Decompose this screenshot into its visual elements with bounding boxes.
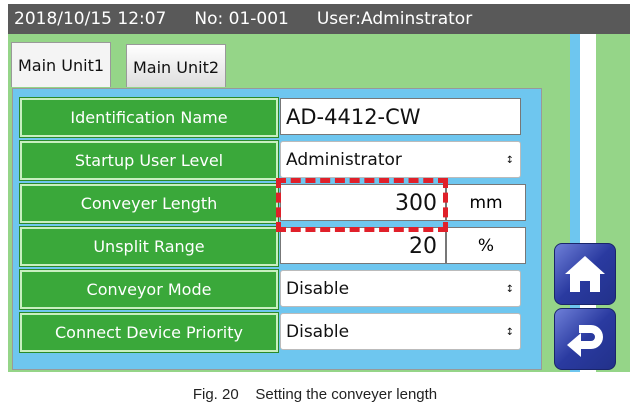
tab-main-unit2[interactable]: Main Unit2	[126, 44, 227, 87]
connect-device-priority-select[interactable]: Disable	[280, 313, 521, 351]
home-button[interactable]	[554, 243, 616, 305]
label-connect-device-priority: Connect Device Priority	[19, 312, 279, 353]
label-identification-name: Identification Name	[19, 97, 279, 138]
conveyer-length-unit: mm	[446, 184, 526, 221]
tab-main-unit1[interactable]: Main Unit1	[11, 42, 112, 87]
label-startup-user-level: Startup User Level	[19, 140, 279, 181]
label-unsplit-range: Unsplit Range	[19, 226, 279, 267]
user: User:Adminstrator	[316, 9, 473, 29]
back-button[interactable]	[554, 308, 616, 370]
unsplit-range-input[interactable]: 20	[280, 227, 446, 264]
datetime: 2018/10/15 12:07	[14, 9, 167, 29]
figure-caption: Fig. 20 Setting the conveyer length	[192, 386, 438, 403]
label-conveyer-length: Conveyer Length	[19, 183, 279, 224]
unsplit-range-unit: %	[446, 227, 526, 264]
highlight-box	[276, 178, 448, 232]
identification-name-input[interactable]: AD-4412-CW	[280, 98, 521, 135]
startup-user-level-select[interactable]: Administrator	[280, 141, 521, 179]
screen: 2018/10/15 12:07 No: 01-001 User:Adminstra…	[8, 4, 630, 372]
label-conveyor-mode: Conveyor Mode	[19, 269, 279, 310]
unit-number: No: 01-001	[194, 9, 289, 29]
home-icon	[565, 256, 605, 292]
conveyor-mode-select[interactable]: Disable	[280, 270, 521, 308]
status-bar: 2018/10/15 12:07 No: 01-001 User:Adminstra…	[8, 4, 630, 34]
return-icon	[567, 325, 603, 357]
